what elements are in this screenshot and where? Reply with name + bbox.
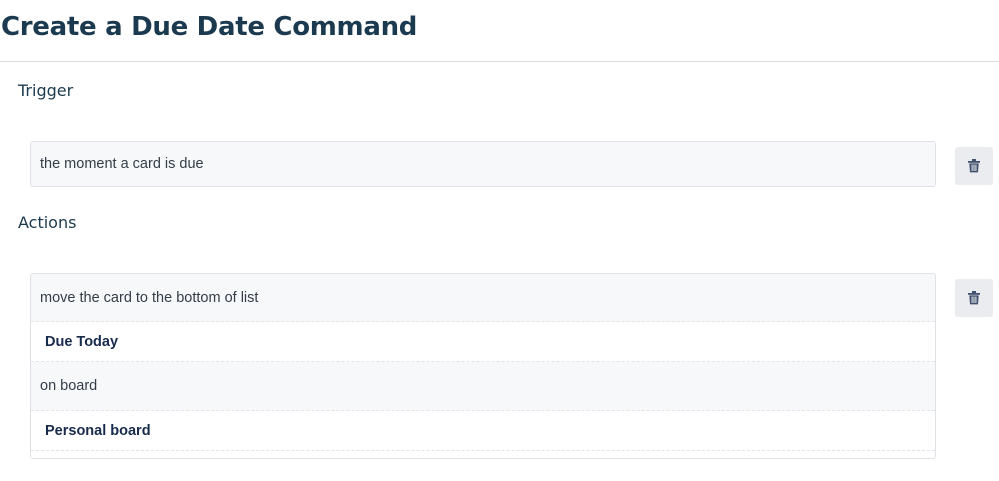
delete-action-button[interactable] [955,279,993,317]
trigger-heading: Trigger [18,81,74,100]
command-editor: Create a Due Date Command Trigger the mo… [0,0,999,481]
action-text-board[interactable]: on board [31,362,935,411]
page-title: Create a Due Date Command [1,12,418,42]
actions-heading: Actions [18,213,77,232]
title-divider [0,61,999,62]
trash-icon [968,291,980,305]
action-text-move[interactable]: move the card to the bottom of list [31,274,935,322]
trash-icon [968,159,980,173]
delete-trigger-button[interactable] [955,147,993,185]
action-board-value[interactable]: Personal board [31,411,935,451]
action-list-value[interactable]: Due Today [31,322,935,362]
actions-box[interactable]: move the card to the bottom of list Due … [30,273,936,459]
trigger-box[interactable]: the moment a card is due [30,141,936,187]
trigger-text[interactable]: the moment a card is due [31,142,935,186]
